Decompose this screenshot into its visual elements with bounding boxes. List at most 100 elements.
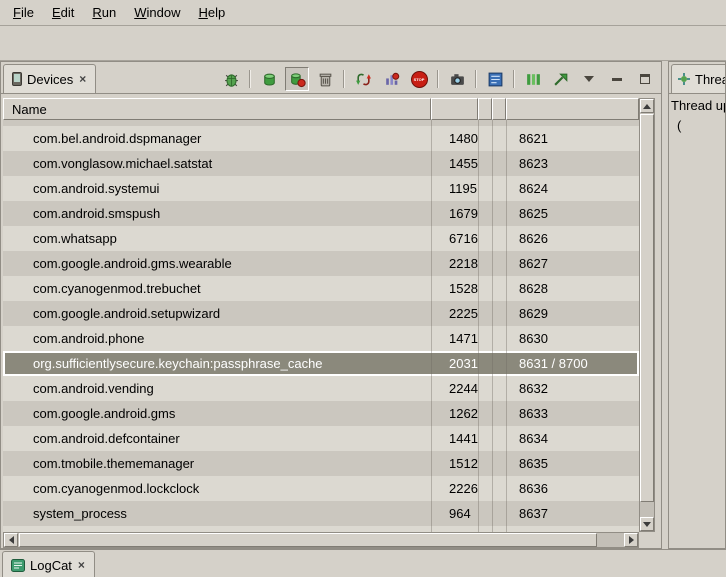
devices-tabbar: Devices × [1, 62, 661, 94]
process-port: 8633 [506, 406, 639, 421]
threads-tabbar: Threads [669, 62, 725, 94]
capture-systrace-icon [525, 71, 542, 88]
menu-bar: File Edit Run Window Help [0, 0, 726, 26]
process-name: com.cyanogenmod.trebuchet [3, 281, 431, 296]
column-header-empty[interactable] [492, 98, 506, 120]
threads-message-line2: ( [671, 118, 726, 133]
process-pid: 20311 [431, 356, 478, 371]
scroll-left-button[interactable] [4, 533, 18, 547]
table-row[interactable]: com.android.defcontainer 14411 8634 [3, 426, 639, 451]
stop-process-icon: STOP [411, 71, 428, 88]
table-row[interactable]: com.android.systemui 1195 8624 [3, 176, 639, 201]
table-row[interactable]: com.cyanogenmod.lockclock 22265 8636 [3, 476, 639, 501]
process-port: 8626 [506, 231, 639, 246]
toolbar-separator [437, 70, 439, 88]
scroll-right-button[interactable] [624, 533, 638, 547]
process-name: com.google.android.setupwizard [3, 306, 431, 321]
process-pid: 22265 [431, 481, 478, 496]
logcat-tabbar: LogCat × [0, 549, 726, 577]
table-row[interactable]: com.vonglasow.michael.satstat 14553 8623 [3, 151, 639, 176]
process-pid: 1480 [431, 131, 478, 146]
column-header-pid[interactable] [431, 98, 478, 120]
tracer-button[interactable] [549, 67, 573, 91]
tab-devices[interactable]: Devices × [3, 64, 96, 93]
threads-panel: Threads Thread up ( [668, 61, 726, 549]
menu-run[interactable]: Run [83, 1, 125, 24]
process-name: com.tmobile.thememanager [3, 456, 431, 471]
dump-view-hierarchy-button[interactable] [483, 67, 507, 91]
vertical-scroll-thumb[interactable] [640, 114, 654, 502]
screen-capture-icon [449, 71, 466, 88]
menu-window[interactable]: Window [125, 1, 189, 24]
column-header-empty[interactable] [478, 98, 492, 120]
table-header: Name [3, 98, 639, 120]
tab-logcat[interactable]: LogCat × [2, 551, 95, 577]
table-row[interactable]: com.google.android.gms.wearable 22185 86… [3, 251, 639, 276]
process-pid: 6716 [431, 231, 478, 246]
update-heap-button[interactable] [257, 67, 281, 91]
scrollbar-corner [639, 532, 655, 548]
device-table-body: com.bel.android.dspmanager 1480 8621 com… [3, 126, 639, 526]
process-name: org.sufficientlysecure.keychain:passphra… [3, 356, 431, 371]
stop-process-button[interactable]: STOP [407, 67, 431, 91]
process-pid: 1512 [431, 456, 478, 471]
process-port: 8623 [506, 156, 639, 171]
minimize-button[interactable] [605, 67, 629, 91]
menu-edit[interactable]: Edit [43, 1, 83, 24]
tab-threads[interactable]: Threads [671, 64, 726, 93]
table-row[interactable]: org.sufficientlysecure.keychain:passphra… [3, 351, 639, 376]
maximize-icon [640, 74, 650, 84]
close-icon[interactable]: × [78, 72, 87, 86]
menu-file[interactable]: File [4, 1, 43, 24]
device-icon [12, 72, 22, 86]
devices-panel: Devices × [0, 61, 662, 549]
main-area: Devices × [0, 61, 726, 549]
capture-systrace-button[interactable] [521, 67, 545, 91]
scroll-down-button[interactable] [640, 517, 654, 531]
process-port: 8624 [506, 181, 639, 196]
table-row[interactable]: com.android.phone 1471 8630 [3, 326, 639, 351]
process-name: com.whatsapp [3, 231, 431, 246]
process-port: 8625 [506, 206, 639, 221]
process-port: 8627 [506, 256, 639, 271]
debug-process-icon [223, 71, 240, 88]
view-menu-button[interactable] [577, 67, 601, 91]
horizontal-scroll-thumb[interactable] [19, 533, 597, 547]
table-row[interactable]: system_process 964 8637 [3, 501, 639, 526]
table-row[interactable]: com.google.android.gms 12623 8633 [3, 401, 639, 426]
scroll-up-button[interactable] [640, 99, 654, 113]
arrow-up-icon [643, 104, 651, 109]
start-method-profiling-icon [383, 71, 400, 88]
toolbar-separator [343, 70, 345, 88]
table-row[interactable]: com.bel.android.dspmanager 1480 8621 [3, 126, 639, 151]
start-method-profiling-button[interactable] [379, 67, 403, 91]
table-row[interactable]: com.google.android.setupwizard 22250 862… [3, 301, 639, 326]
maximize-button[interactable] [633, 67, 657, 91]
table-row[interactable]: com.android.smspush 1679 8625 [3, 201, 639, 226]
ddms-window: File Edit Run Window Help Devices × [0, 0, 726, 577]
screen-capture-button[interactable] [445, 67, 469, 91]
vertical-scrollbar[interactable] [639, 98, 655, 532]
process-name: com.google.android.gms [3, 406, 431, 421]
dump-hprof-button[interactable] [285, 67, 309, 91]
cause-gc-button[interactable] [313, 67, 337, 91]
column-header-name[interactable]: Name [3, 98, 431, 120]
table-row[interactable]: com.whatsapp 6716 8626 [3, 226, 639, 251]
table-row[interactable]: com.tmobile.thememanager 1512 8635 [3, 451, 639, 476]
table-body: com.bel.android.dspmanager 1480 8621 com… [3, 120, 639, 532]
process-name: com.android.phone [3, 331, 431, 346]
process-port: 8634 [506, 431, 639, 446]
menu-help[interactable]: Help [189, 1, 234, 24]
process-port: 8621 [506, 131, 639, 146]
process-pid: 1528 [431, 281, 478, 296]
column-header-port[interactable] [506, 98, 639, 120]
process-pid: 14411 [431, 431, 478, 446]
horizontal-scrollbar[interactable] [3, 532, 639, 548]
table-row[interactable]: com.android.vending 22440 8632 [3, 376, 639, 401]
update-threads-button[interactable] [351, 67, 375, 91]
table-row[interactable]: com.cyanogenmod.trebuchet 1528 8628 [3, 276, 639, 301]
debug-process-button[interactable] [219, 67, 243, 91]
process-port: 8630 [506, 331, 639, 346]
close-icon[interactable]: × [77, 558, 86, 572]
arrow-down-icon [643, 522, 651, 527]
